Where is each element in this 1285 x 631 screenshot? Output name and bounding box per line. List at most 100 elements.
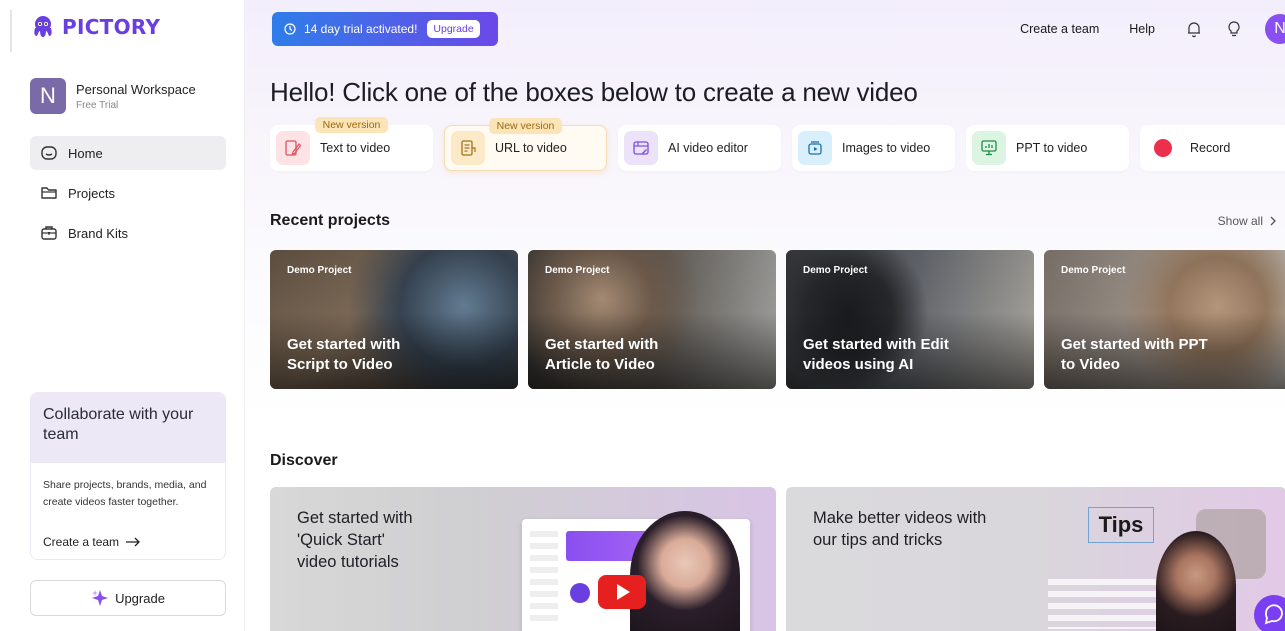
project-card[interactable]: Demo Project Get started with PPT to Vid… <box>1044 250 1285 389</box>
trial-text: 14 day trial activated! <box>304 22 418 36</box>
project-card[interactable]: Demo Project Get started with Script to … <box>270 250 518 389</box>
ppt-to-video-card[interactable]: PPT to video <box>966 125 1129 171</box>
tutorial-presenter <box>630 511 740 631</box>
card-label: Text to video <box>320 141 391 155</box>
project-title-line: to Video <box>1061 356 1120 373</box>
play-button-icon[interactable] <box>598 575 646 609</box>
arrow-right-icon <box>126 537 140 547</box>
demo-project-tag: Demo Project <box>1061 265 1126 276</box>
top-nav: Create a team Help N <box>1020 12 1285 46</box>
sidebar: PICTORY N Personal Workspace Free Trial … <box>0 0 245 631</box>
project-title-line: videos using AI <box>803 356 914 373</box>
record-icon <box>1146 131 1180 165</box>
bell-icon[interactable] <box>1185 20 1203 38</box>
demo-project-tag: Demo Project <box>545 265 610 276</box>
discover-card-text: Make better videos with our tips and tri… <box>813 507 986 551</box>
sidebar-item-label: Home <box>68 145 103 161</box>
project-title-line: Script to Video <box>287 356 393 373</box>
record-card[interactable]: Record <box>1140 125 1285 171</box>
recent-projects-title: Recent projects <box>270 212 391 229</box>
create-team-label: Create a team <box>43 535 120 549</box>
sidebar-nav: Home Projects Brand Kits <box>30 136 226 256</box>
project-title: Get started with Edit videos using AI <box>803 335 949 375</box>
create-video-options: New version Text to video New version UR… <box>270 117 1285 171</box>
sidebar-item-projects[interactable]: Projects <box>30 176 226 210</box>
quick-start-card[interactable]: Get started with 'Quick Start' video tut… <box>270 487 776 631</box>
page-title: Hello! Click one of the boxes below to c… <box>270 77 918 107</box>
demo-project-tag: Demo Project <box>287 265 352 276</box>
tips-presenter <box>1156 531 1236 631</box>
ai-video-editor-card[interactable]: AI video editor <box>618 125 781 171</box>
user-avatar[interactable]: N <box>1265 14 1285 44</box>
project-title: Get started with PPT to Video <box>1061 335 1208 375</box>
discover-card-text: Get started with 'Quick Start' video tut… <box>297 507 413 573</box>
discover-text-line: Get started with <box>297 509 413 527</box>
project-title-line: Article to Video <box>545 356 655 373</box>
create-team-button[interactable]: Create a team <box>1020 22 1099 36</box>
sidebar-edge <box>10 10 12 52</box>
new-version-badge: New version <box>314 117 389 133</box>
help-link[interactable]: Help <box>1129 22 1155 36</box>
main-content: 14 day trial activated! Upgrade Create a… <box>245 0 1285 631</box>
card-label: PPT to video <box>1016 141 1088 155</box>
tips-badge: Tips <box>1088 507 1154 543</box>
project-title-line: Get started with <box>545 336 659 353</box>
brand-name: PICTORY <box>62 15 161 39</box>
project-card[interactable]: Demo Project Get started with Edit video… <box>786 250 1034 389</box>
sidebar-item-label: Projects <box>68 185 115 201</box>
tips-lines <box>1048 579 1158 629</box>
trial-upgrade-button[interactable]: Upgrade <box>427 20 480 38</box>
recent-projects-list: Demo Project Get started with Script to … <box>270 250 1285 389</box>
sidebar-item-brand-kits[interactable]: Brand Kits <box>30 216 226 250</box>
chat-bubble-icon[interactable] <box>1254 595 1285 631</box>
images-to-video-card[interactable]: Images to video <box>792 125 955 171</box>
tips-tricks-card[interactable]: Make better videos with our tips and tri… <box>786 487 1285 631</box>
url-to-video-card[interactable]: New version URL to video <box>444 118 607 171</box>
card-label: Record <box>1190 141 1231 155</box>
discover-text-line: video tutorials <box>297 553 399 571</box>
url-doc-icon <box>451 131 485 165</box>
project-title-line: Get started with Edit <box>803 336 949 353</box>
discover-text-line: Make better videos with <box>813 509 987 527</box>
card-label: URL to video <box>495 141 567 155</box>
upgrade-button[interactable]: Upgrade <box>30 580 226 616</box>
collaborate-title: Collaborate with your team <box>31 393 225 463</box>
project-title-line: Get started with <box>287 336 401 353</box>
show-all-label: Show all <box>1217 214 1263 228</box>
tips-label: Tips <box>1098 512 1144 537</box>
images-icon <box>798 131 832 165</box>
workspace-switcher[interactable]: N Personal Workspace Free Trial <box>30 78 196 114</box>
workspace-avatar: N <box>30 78 66 114</box>
project-title: Get started with Script to Video <box>287 335 400 375</box>
project-title-line: Get started with PPT <box>1061 336 1208 353</box>
workspace-plan: Free Trial <box>76 99 119 111</box>
discover-list: Get started with 'Quick Start' video tut… <box>270 487 1285 631</box>
project-card[interactable]: Demo Project Get started with Article to… <box>528 250 776 389</box>
lightbulb-icon[interactable] <box>1225 20 1243 38</box>
sidebar-item-label: Brand Kits <box>68 225 128 241</box>
ppt-icon <box>972 131 1006 165</box>
upgrade-label: Upgrade <box>115 590 165 606</box>
project-title: Get started with Article to Video <box>545 335 658 375</box>
show-all-link[interactable]: Show all <box>1218 214 1277 228</box>
pictory-logo[interactable]: PICTORY <box>30 14 160 40</box>
home-icon <box>41 146 57 160</box>
collaborate-panel: Collaborate with your team Share project… <box>30 392 226 560</box>
card-label: AI video editor <box>668 141 748 155</box>
text-to-video-icon <box>276 131 310 165</box>
ai-editor-icon <box>624 131 658 165</box>
chevron-right-icon <box>1270 216 1276 226</box>
trial-status-icon <box>284 23 296 35</box>
sparkle-icon <box>92 590 109 606</box>
sidebar-item-home[interactable]: Home <box>30 136 226 170</box>
collaborate-description: Share projects, brands, media, and creat… <box>43 479 207 508</box>
demo-project-tag: Demo Project <box>803 265 868 276</box>
text-to-video-card[interactable]: New version Text to video <box>270 117 433 171</box>
trial-banner: 14 day trial activated! Upgrade <box>272 12 498 46</box>
create-team-link[interactable]: Create a team <box>43 535 141 549</box>
octopus-logo-icon <box>34 16 52 37</box>
discover-title: Discover <box>270 452 338 469</box>
discover-text-line: 'Quick Start' <box>297 531 385 549</box>
folder-icon <box>41 187 57 199</box>
card-label: Images to video <box>842 141 931 155</box>
